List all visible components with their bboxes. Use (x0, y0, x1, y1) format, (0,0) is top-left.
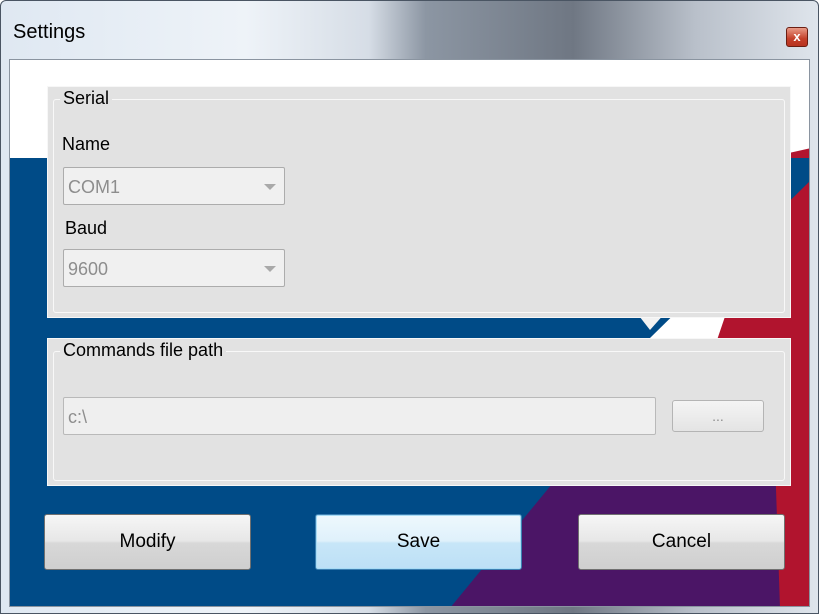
modify-button[interactable]: Modify (44, 514, 251, 570)
commands-path-input[interactable]: c:\ (63, 397, 656, 435)
settings-window: Settings x Serial Name COM1 Baud 9600 Co… (0, 0, 819, 614)
commands-group-legend: Commands file path (60, 339, 227, 361)
name-combobox-value: COM1 (68, 177, 121, 197)
commands-groupbox: Commands file path c:\ ... (47, 338, 791, 486)
window-title: Settings (13, 21, 86, 43)
baud-combobox-value: 9600 (68, 259, 109, 279)
baud-combobox[interactable]: 9600 (63, 249, 285, 287)
baud-label: Baud (65, 218, 108, 238)
chevron-down-icon[interactable] (264, 184, 276, 190)
commands-path-value: c:\ (68, 407, 88, 427)
name-combobox[interactable]: COM1 (63, 167, 285, 205)
serial-groupbox: Serial Name COM1 Baud 9600 (47, 86, 791, 318)
serial-group-legend: Serial (60, 87, 113, 109)
window-client-area: Serial Name COM1 Baud 9600 Commands file… (9, 59, 810, 607)
chevron-down-icon[interactable] (264, 266, 276, 272)
close-icon[interactable]: x (786, 27, 808, 47)
name-label: Name (62, 134, 111, 154)
save-button[interactable]: Save (315, 514, 522, 570)
browse-button[interactable]: ... (672, 400, 764, 432)
cancel-button[interactable]: Cancel (578, 514, 785, 570)
